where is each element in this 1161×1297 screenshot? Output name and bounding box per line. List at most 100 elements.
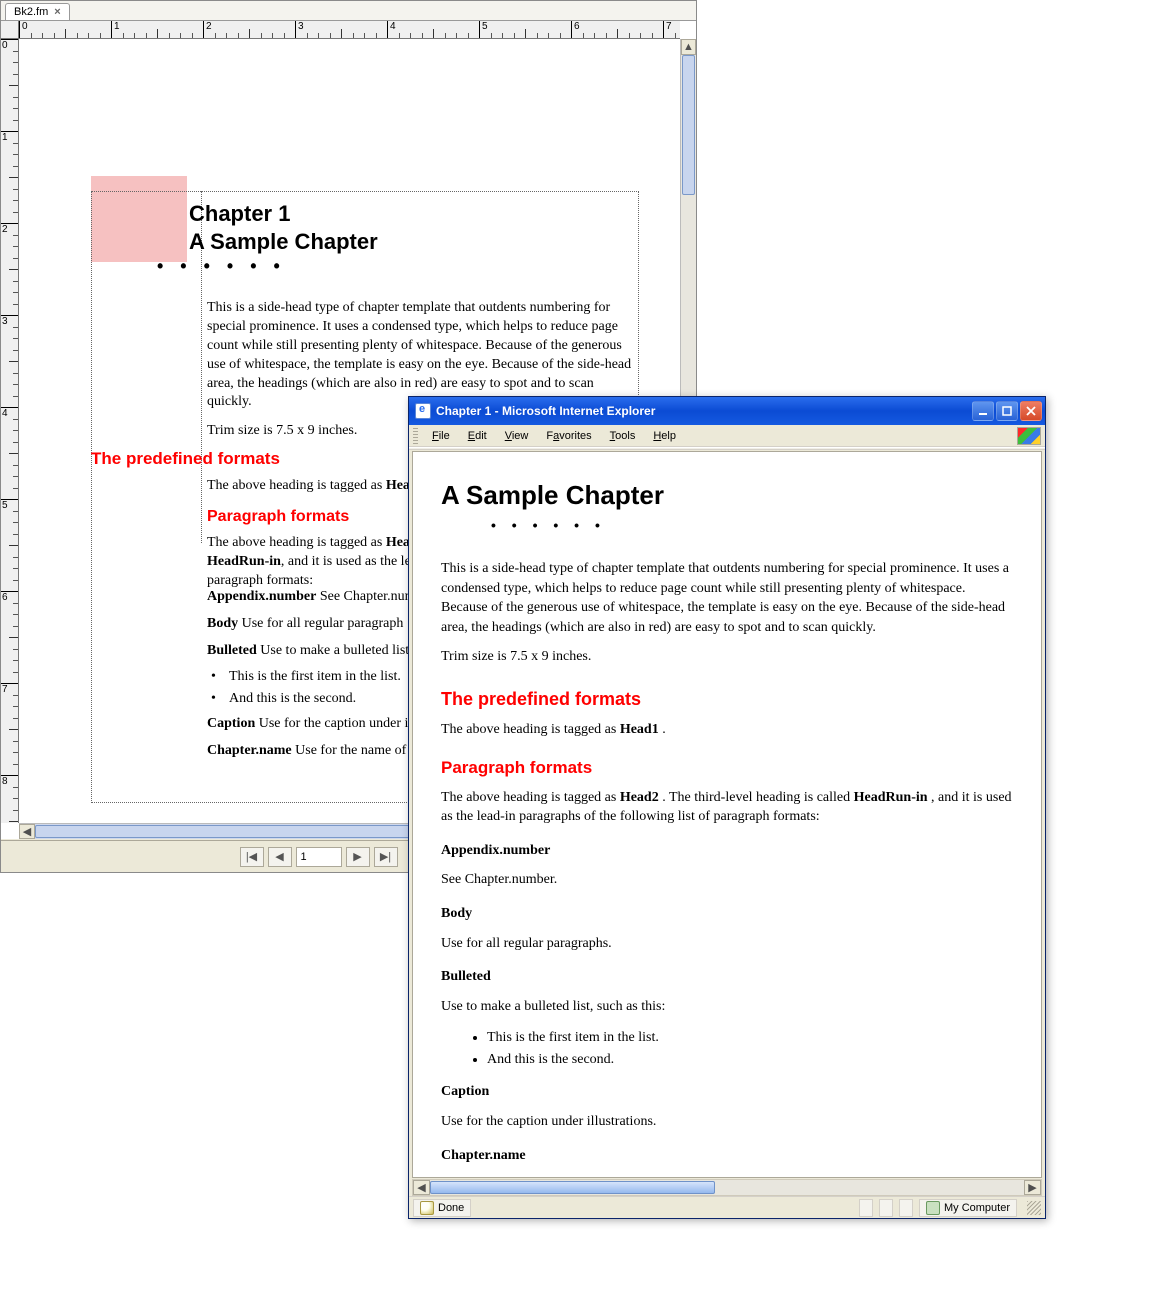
ruler-subtick	[13, 511, 18, 512]
scroll-track[interactable]	[430, 1180, 1024, 1195]
ruler-tick: 6	[571, 21, 580, 38]
sidehead-column-divider	[91, 191, 202, 543]
definition: Use to make a bulleted list	[257, 643, 409, 658]
ruler-subtick	[13, 695, 18, 696]
text: The above heading is tagged as	[441, 722, 620, 737]
html-page: A Sample Chapter • • • • • • This is a s…	[413, 452, 1041, 1178]
ruler-tick: 5	[479, 21, 488, 38]
ruler-tick: 6	[1, 591, 18, 603]
ruler-subtick	[9, 729, 18, 730]
ruler-subtick	[13, 62, 18, 63]
ruler-subtick	[88, 33, 89, 38]
document-tabbar: Bk2.fm ×	[1, 1, 696, 21]
resize-grip-icon[interactable]	[1027, 1201, 1041, 1215]
browser-viewport[interactable]: A Sample Chapter • • • • • • This is a s…	[412, 451, 1042, 1178]
titlebar[interactable]: Chapter 1 - Microsoft Internet Explorer	[409, 397, 1045, 425]
scroll-left-icon[interactable]: ◀	[19, 824, 35, 839]
ruler-subtick	[456, 33, 457, 38]
ruler-subtick	[157, 29, 158, 38]
menu-favorites[interactable]: Favorites	[538, 428, 599, 444]
ruler-subtick	[9, 637, 18, 638]
ruler-subtick	[9, 821, 18, 822]
ruler-subtick	[9, 85, 18, 86]
term: Chapter.name	[441, 1146, 1013, 1166]
toolbar-grip-icon[interactable]	[413, 428, 418, 444]
status-cell	[899, 1199, 913, 1217]
scroll-right-icon[interactable]: ▶	[1024, 1180, 1041, 1195]
document-tab[interactable]: Bk2.fm ×	[5, 3, 70, 20]
ruler-subtick	[13, 557, 18, 558]
ruler-subtick	[272, 33, 273, 38]
ruler-subtick	[13, 200, 18, 201]
ruler-subtick	[13, 764, 18, 765]
windows-flag-icon	[1017, 427, 1041, 445]
chapter-title: A Sample Chapter	[189, 229, 378, 255]
ruler-subtick	[31, 33, 32, 38]
ruler-subtick	[13, 419, 18, 420]
scroll-up-icon[interactable]: ▲	[681, 39, 696, 55]
ruler-subtick	[13, 580, 18, 581]
scroll-left-icon[interactable]: ◀	[413, 1180, 430, 1195]
scroll-thumb[interactable]	[430, 1181, 715, 1194]
close-icon[interactable]: ×	[54, 6, 60, 18]
ruler-subtick	[514, 33, 515, 38]
last-page-button[interactable]: ▶|	[374, 847, 398, 867]
ruler-subtick	[77, 33, 78, 38]
menu-edit[interactable]: Edit	[460, 428, 495, 444]
ruler-subtick	[525, 29, 526, 38]
ruler-subtick	[13, 718, 18, 719]
heading-2: Paragraph formats	[207, 508, 349, 526]
ruler-subtick	[42, 33, 43, 38]
ruler-subtick	[399, 33, 400, 38]
definition: See Chapter.num	[316, 589, 415, 604]
menu-file[interactable]: File	[424, 428, 458, 444]
heading-2: Paragraph formats	[441, 758, 1013, 778]
ruler-subtick	[13, 534, 18, 535]
ruler-subtick	[13, 338, 18, 339]
scroll-thumb[interactable]	[682, 55, 695, 195]
paragraph: This is a side-head type of chapter temp…	[441, 559, 1013, 637]
menu-help[interactable]: Help	[645, 428, 684, 444]
menu-tools[interactable]: Tools	[602, 428, 644, 444]
ruler-tick: 1	[111, 21, 120, 38]
ie-icon	[415, 403, 431, 419]
page-number-input[interactable]: 1	[296, 847, 342, 867]
status-cell	[879, 1199, 893, 1217]
done-icon	[420, 1201, 434, 1215]
close-button[interactable]	[1020, 401, 1042, 421]
ruler-subtick	[13, 304, 18, 305]
next-page-button[interactable]: ▶	[346, 847, 370, 867]
ruler-subtick	[13, 258, 18, 259]
ruler-subtick	[13, 476, 18, 477]
ruler-subtick	[134, 33, 135, 38]
bold-text: HeadRun-in	[854, 790, 928, 805]
maximize-button[interactable]	[996, 401, 1018, 421]
paragraph: Trim size is 7.5 x 9 inches.	[441, 647, 1013, 667]
ruler-subtick	[13, 568, 18, 569]
minimize-button[interactable]	[972, 401, 994, 421]
ruler-tick: 2	[203, 21, 212, 38]
first-page-button[interactable]: |◀	[240, 847, 264, 867]
ruler-subtick	[13, 51, 18, 52]
statusbar: Done My Computer	[409, 1196, 1045, 1218]
ruler-subtick	[13, 752, 18, 753]
vertical-ruler[interactable]: 012345678	[1, 39, 19, 823]
horizontal-scrollbar[interactable]: ◀ ▶	[412, 1179, 1042, 1196]
ruler-tick: 1	[1, 131, 18, 143]
ruler-subtick	[468, 33, 469, 38]
ruler-subtick	[583, 33, 584, 38]
menu-view[interactable]: View	[497, 428, 537, 444]
ruler-subtick	[261, 33, 262, 38]
status-zone: My Computer	[919, 1199, 1017, 1217]
definition: Use for the name of	[292, 743, 407, 758]
ruler-subtick	[13, 384, 18, 385]
text: .	[659, 722, 666, 737]
horizontal-ruler[interactable]: 01234567	[19, 21, 680, 39]
ruler-subtick	[9, 453, 18, 454]
ruler-tick: 4	[1, 407, 18, 419]
prev-page-button[interactable]: ◀	[268, 847, 292, 867]
ruler-subtick	[13, 430, 18, 431]
text: This is the first item in the list.	[229, 669, 401, 684]
ruler-subtick	[13, 97, 18, 98]
text: , and it is used as the le	[281, 554, 411, 569]
